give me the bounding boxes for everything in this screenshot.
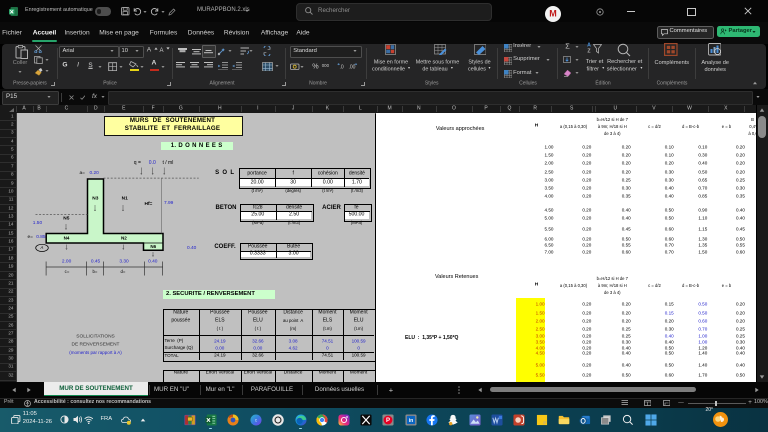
svg-text:in: in	[408, 418, 413, 424]
svg-text:P: P	[386, 418, 390, 424]
svg-text:.0: .0	[339, 64, 343, 70]
svg-text:.00: .00	[349, 64, 356, 70]
